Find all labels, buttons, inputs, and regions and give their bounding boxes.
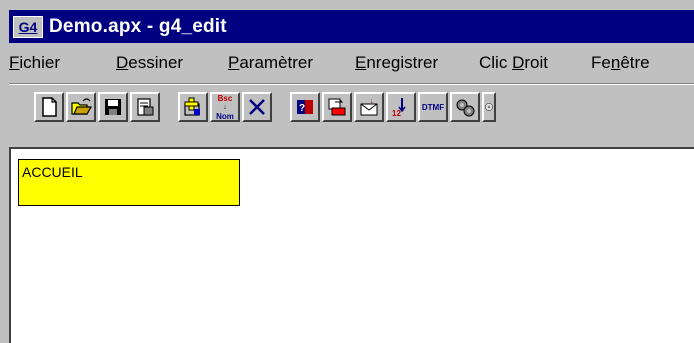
title-bar[interactable]: G4 Demo.apx - g4_edit bbox=[9, 10, 694, 43]
phone-transfer-icon bbox=[328, 98, 346, 116]
add-node-button[interactable] bbox=[178, 92, 208, 122]
svg-text:?: ? bbox=[299, 103, 305, 114]
settings-gears-icon bbox=[456, 99, 475, 117]
dtmf-icon: DTMF bbox=[421, 102, 445, 112]
app-icon[interactable]: G4 bbox=[13, 15, 43, 38]
rename-node-icon: Bsc ↓ Nom bbox=[216, 93, 234, 121]
rename-top-label: Bsc bbox=[217, 93, 233, 103]
new-document-icon bbox=[42, 97, 57, 117]
book-icon: ? bbox=[297, 100, 313, 114]
svg-text:↓: ↓ bbox=[370, 98, 374, 105]
disc-icon bbox=[485, 103, 493, 111]
save-disk-icon bbox=[105, 99, 121, 115]
mail-button[interactable]: ↓ bbox=[354, 92, 384, 122]
open-folder-icon bbox=[71, 98, 92, 115]
disc-button[interactable] bbox=[482, 92, 496, 122]
svg-text:12: 12 bbox=[392, 109, 401, 118]
properties-icon bbox=[137, 98, 154, 116]
dtmf-button[interactable]: DTMF bbox=[418, 92, 448, 122]
settings-button[interactable] bbox=[450, 92, 480, 122]
number-input-button[interactable]: 12 bbox=[386, 92, 416, 122]
toolbar-separator bbox=[9, 83, 694, 85]
menu-parametrer[interactable]: Paramètrer bbox=[228, 53, 313, 73]
add-node-icon bbox=[184, 97, 200, 116]
properties-button[interactable] bbox=[130, 92, 160, 122]
menu-dessiner[interactable]: Dessiner bbox=[116, 53, 183, 73]
open-button[interactable] bbox=[66, 92, 96, 122]
mail-icon: ↓ bbox=[360, 98, 378, 116]
rename-bottom-label: Nom bbox=[216, 111, 234, 121]
menu-enregistrer[interactable]: Enregistrer bbox=[355, 53, 438, 73]
menu-bar: Fichier Dessiner Paramètrer Enregistrer … bbox=[9, 47, 694, 79]
phone-transfer-button[interactable] bbox=[322, 92, 352, 122]
new-button[interactable] bbox=[34, 92, 64, 122]
book-button[interactable]: ? bbox=[290, 92, 320, 122]
node-accueil[interactable]: ACCUEIL bbox=[18, 159, 240, 206]
delete-icon bbox=[249, 99, 265, 115]
menu-fichier[interactable]: Fichier bbox=[9, 53, 60, 73]
number-input-icon: 12 bbox=[392, 98, 406, 118]
rename-node-button[interactable]: Bsc ↓ Nom bbox=[210, 92, 240, 122]
save-button[interactable] bbox=[98, 92, 128, 122]
diagram-canvas[interactable]: ACCUEIL bbox=[9, 147, 694, 343]
delete-button[interactable] bbox=[242, 92, 272, 122]
window-title: Demo.apx - g4_edit bbox=[49, 15, 227, 37]
application-window: G4 Demo.apx - g4_edit Fichier Dessiner P… bbox=[0, 0, 694, 343]
menu-fenetre[interactable]: Fenêtre bbox=[591, 53, 650, 73]
menu-clic-droit[interactable]: Clic Droit bbox=[479, 53, 548, 73]
